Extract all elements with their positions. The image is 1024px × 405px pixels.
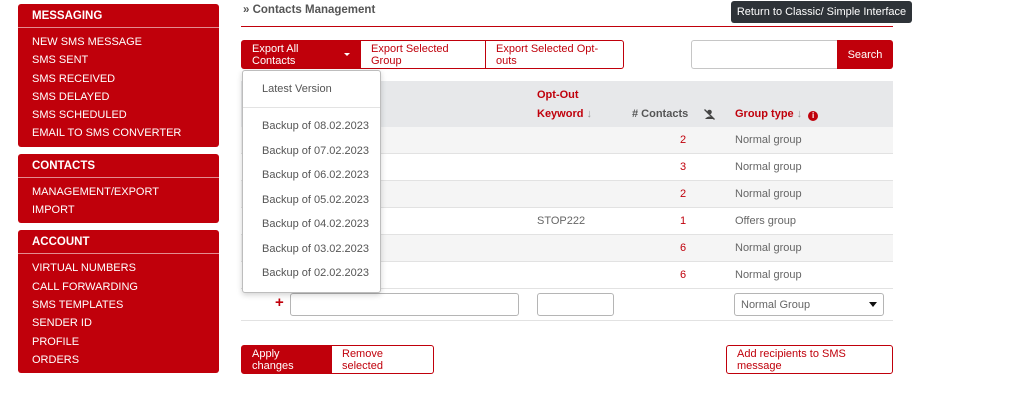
dropdown-item-backup[interactable]: Backup of 07.02.2023 — [243, 139, 380, 164]
col-header-group-type-label: Group type — [735, 108, 794, 120]
export-selected-optouts-button[interactable]: Export Selected Opt-outs — [486, 40, 624, 69]
row-count: 3 — [679, 161, 687, 173]
row-keyword: STOP222 — [537, 215, 586, 227]
sidebar-item-profile[interactable]: PROFILE — [18, 333, 219, 351]
add-recipients-button[interactable]: Add recipients to SMS message — [726, 345, 893, 374]
col-header-keyword[interactable]: Keyword ↓ — [537, 108, 592, 120]
row-group-type: Normal group — [735, 161, 802, 173]
sidebar-section-messaging: MESSAGING NEW SMS MESSAGE SMS SENT SMS R… — [18, 4, 219, 147]
caret-down-icon — [344, 53, 350, 56]
export-all-contacts-button[interactable]: Export All Contacts — [241, 40, 361, 69]
bottom-actions: Apply changes Remove selected — [241, 345, 434, 374]
dropdown-item-backup[interactable]: Backup of 05.02.2023 — [243, 188, 380, 213]
group-type-select[interactable]: Normal Group — [734, 293, 884, 316]
export-dropdown-menu: Latest Version Backup of 08.02.2023 Back… — [242, 70, 381, 293]
dropdown-item-backup[interactable]: Backup of 04.02.2023 — [243, 212, 380, 237]
export-selected-group-button[interactable]: Export Selected Group — [361, 40, 486, 69]
apply-changes-button[interactable]: Apply changes — [241, 345, 332, 374]
row-count: 6 — [679, 269, 687, 281]
row-group-type: Offers group — [735, 215, 796, 227]
row-group-type: Normal group — [735, 188, 802, 200]
page-title: » Contacts Management — [243, 4, 376, 16]
row-group-type: Normal group — [735, 134, 802, 146]
sidebar: MESSAGING NEW SMS MESSAGE SMS SENT SMS R… — [18, 4, 219, 380]
dropdown-item-latest[interactable]: Latest Version — [243, 71, 380, 108]
sidebar-heading-account: ACCOUNT — [18, 230, 219, 255]
sidebar-item-new-sms[interactable]: NEW SMS MESSAGE — [18, 33, 219, 51]
col-header-optout: Opt-Out — [537, 89, 579, 101]
row-count: 2 — [679, 188, 687, 200]
col-header-group-type[interactable]: Group type ↓ i — [735, 108, 819, 121]
sidebar-heading-messaging: MESSAGING — [18, 4, 219, 28]
col-header-contacts: # Contacts — [632, 108, 689, 120]
sort-arrow-icon: ↓ — [586, 108, 592, 120]
row-count: 2 — [679, 134, 687, 146]
sidebar-heading-contacts: CONTACTS — [18, 154, 219, 178]
sidebar-item-sms-scheduled[interactable]: SMS SCHEDULED — [18, 106, 219, 124]
sidebar-section-account: ACCOUNT VIRTUAL NUMBERS CALL FORWARDING … — [18, 230, 219, 374]
title-divider — [241, 26, 893, 27]
row-group-type: Normal group — [735, 242, 802, 254]
main-content: » Contacts Management Export All Contact… — [241, 0, 893, 405]
row-group-type: Normal group — [735, 269, 802, 281]
export-all-label: Export All Contacts — [252, 42, 299, 67]
sidebar-item-sms-sent[interactable]: SMS SENT — [18, 51, 219, 69]
export-button-group: Export All Contacts Export Selected Grou… — [241, 40, 624, 69]
sidebar-item-sms-templates[interactable]: SMS TEMPLATES — [18, 296, 219, 314]
sidebar-item-sender-id[interactable]: SENDER ID — [18, 314, 219, 332]
plus-icon[interactable]: + — [275, 294, 284, 311]
new-group-name-input[interactable] — [290, 293, 519, 316]
sidebar-item-orders[interactable]: ORDERS — [18, 351, 219, 369]
remove-selected-button[interactable]: Remove selected — [332, 345, 434, 374]
dropdown-item-backup[interactable]: Backup of 08.02.2023 — [243, 114, 380, 139]
row-count: 1 — [679, 215, 687, 227]
dropdown-item-backup[interactable]: Backup of 03.02.2023 — [243, 237, 380, 262]
group-type-select-value: Normal Group — [741, 298, 811, 311]
new-group-row: + Normal Group — [241, 289, 893, 321]
sidebar-item-call-forwarding[interactable]: CALL FORWARDING — [18, 278, 219, 296]
new-optout-keyword-input[interactable] — [537, 293, 614, 316]
sort-arrow-icon: ↓ — [796, 108, 803, 120]
info-icon[interactable]: i — [808, 111, 819, 121]
chevron-down-icon — [869, 302, 877, 307]
sidebar-section-contacts: CONTACTS MANAGEMENT/EXPORT IMPORT — [18, 153, 219, 224]
sidebar-item-sms-received[interactable]: SMS RECEIVED — [18, 70, 219, 88]
dropdown-item-backup[interactable]: Backup of 06.02.2023 — [243, 163, 380, 188]
sidebar-item-import[interactable]: IMPORT — [18, 201, 219, 219]
search-input[interactable] — [691, 40, 838, 69]
sidebar-item-management-export[interactable]: MANAGEMENT/EXPORT — [18, 183, 219, 201]
row-count: 6 — [679, 242, 687, 254]
dropdown-item-backup[interactable]: Backup of 02.02.2023 — [243, 261, 380, 286]
sidebar-item-email-to-sms[interactable]: EMAIL TO SMS CONVERTER — [18, 124, 219, 142]
muted-user-icon — [704, 109, 715, 120]
search-button[interactable]: Search — [837, 40, 893, 69]
col-header-keyword-label: Keyword — [537, 108, 584, 120]
sidebar-item-sms-delayed[interactable]: SMS DELAYED — [18, 88, 219, 106]
sidebar-item-virtual-numbers[interactable]: VIRTUAL NUMBERS — [18, 259, 219, 277]
